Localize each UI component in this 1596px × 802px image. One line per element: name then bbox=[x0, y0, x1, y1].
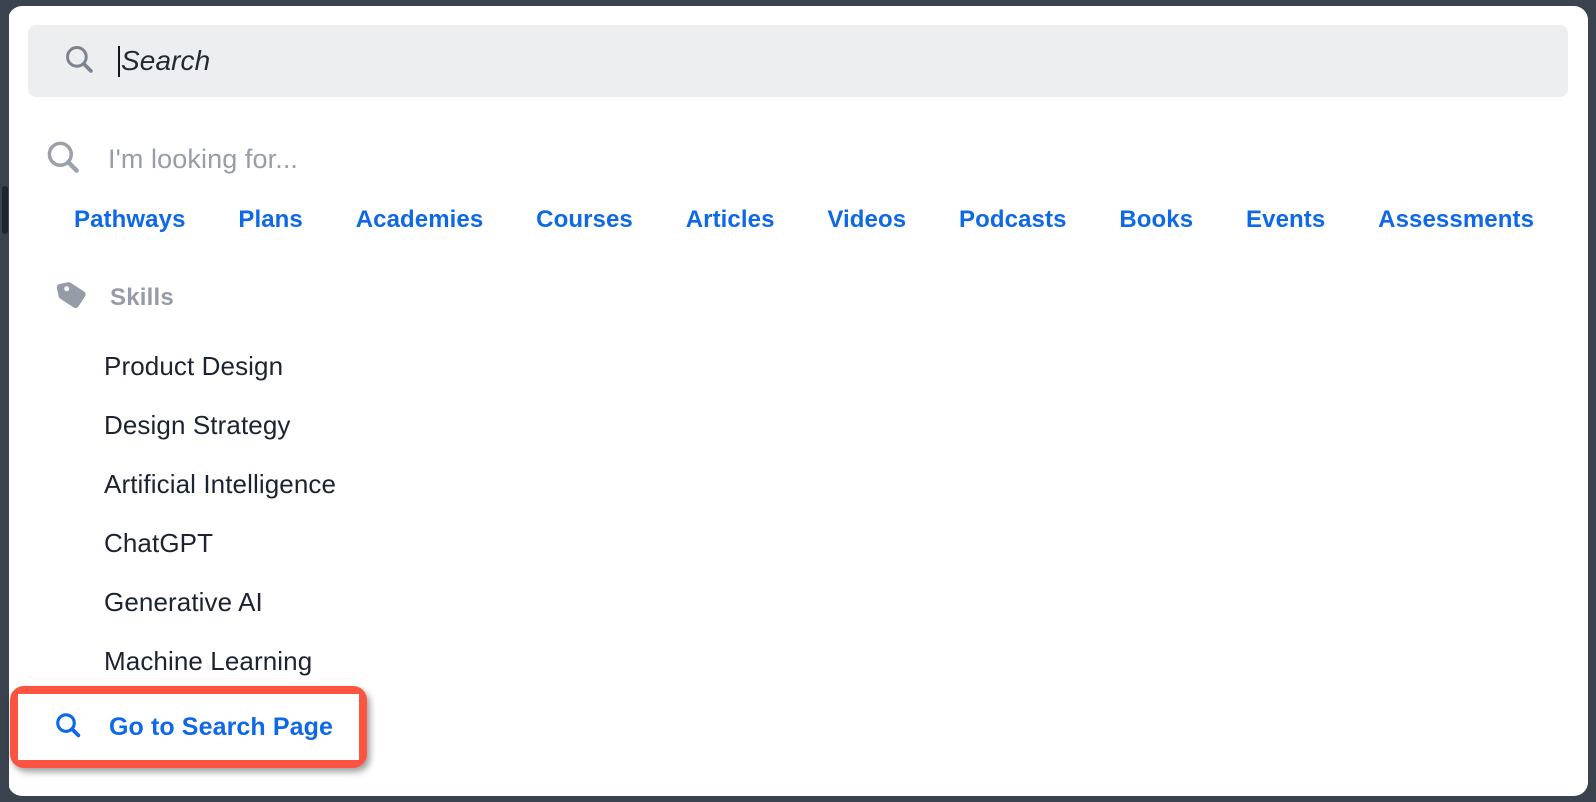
search-dropdown-panel: Search I'm looking for... Pathways Plans… bbox=[8, 6, 1588, 796]
search-input[interactable]: Search bbox=[28, 25, 1568, 97]
nav-item-pathways[interactable]: Pathways bbox=[74, 206, 186, 234]
nav-item-podcasts[interactable]: Podcasts bbox=[959, 206, 1067, 234]
scrollbar-thumb[interactable] bbox=[2, 186, 8, 234]
list-item[interactable]: Product Design bbox=[104, 344, 1304, 403]
text-caret bbox=[118, 45, 120, 77]
nav-item-courses[interactable]: Courses bbox=[536, 206, 633, 234]
skills-section-header: Skills bbox=[56, 279, 174, 316]
nav-item-events[interactable]: Events bbox=[1246, 206, 1325, 234]
looking-for-placeholder: I'm looking for... bbox=[108, 143, 299, 174]
browser-window: Search I'm looking for... Pathways Plans… bbox=[0, 0, 1596, 802]
nav-item-videos[interactable]: Videos bbox=[827, 206, 906, 234]
nav-item-articles[interactable]: Articles bbox=[686, 206, 775, 234]
list-item[interactable]: Generative AI bbox=[104, 580, 1304, 639]
nav-item-plans[interactable]: Plans bbox=[238, 206, 303, 234]
search-icon bbox=[53, 710, 83, 745]
search-placeholder: Search bbox=[121, 45, 211, 76]
go-to-search-highlight: Go to Search Page bbox=[10, 686, 367, 768]
category-nav: Pathways Plans Academies Courses Article… bbox=[74, 206, 1534, 234]
nav-item-assessments[interactable]: Assessments bbox=[1378, 206, 1534, 234]
tag-icon bbox=[56, 279, 88, 316]
skills-label: Skills bbox=[110, 283, 174, 311]
list-item[interactable]: ChatGPT bbox=[104, 521, 1304, 580]
window-left-edge bbox=[0, 0, 9, 802]
nav-item-academies[interactable]: Academies bbox=[356, 206, 484, 234]
nav-item-books[interactable]: Books bbox=[1119, 206, 1193, 234]
search-icon bbox=[44, 138, 82, 181]
looking-for-input[interactable]: I'm looking for... bbox=[44, 124, 298, 194]
skills-list: Product Design Design Strategy Artificia… bbox=[104, 344, 1304, 698]
list-item[interactable]: Artificial Intelligence bbox=[104, 462, 1304, 521]
list-item[interactable]: Design Strategy bbox=[104, 403, 1304, 462]
go-to-search-page-label: Go to Search Page bbox=[109, 712, 333, 741]
search-icon bbox=[62, 42, 96, 81]
go-to-search-page-button[interactable]: Go to Search Page bbox=[18, 694, 359, 760]
